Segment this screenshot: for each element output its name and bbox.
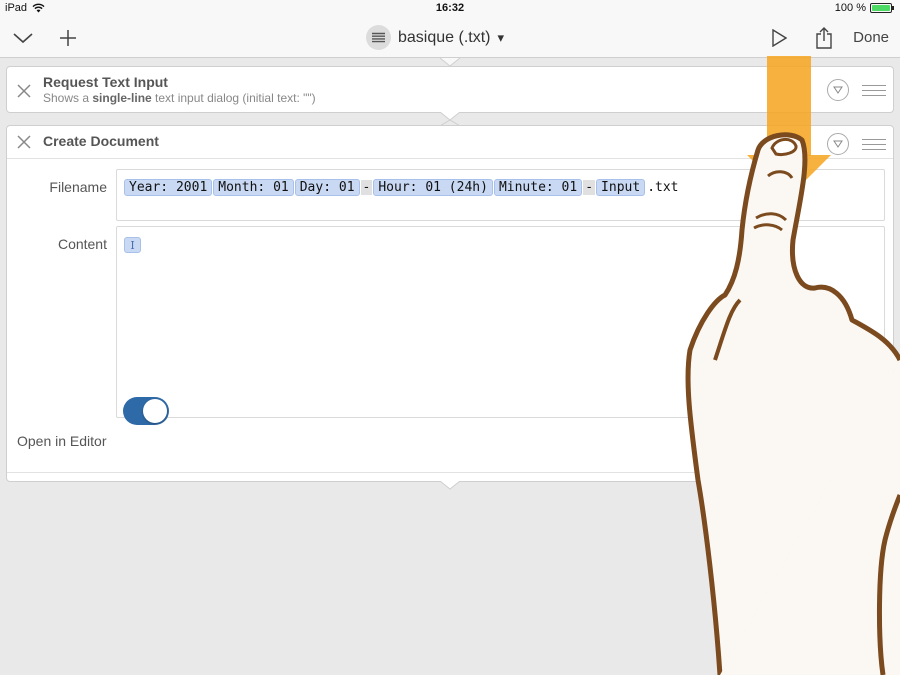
play-icon <box>772 29 787 47</box>
filename-label: Filename <box>49 179 107 195</box>
options-icon <box>833 86 843 94</box>
share-icon <box>816 27 832 49</box>
variable-token-day[interactable]: Day: 01 <box>294 179 360 196</box>
run-button[interactable] <box>766 25 792 51</box>
content-field[interactable]: I <box>116 226 885 418</box>
open-in-editor-toggle[interactable] <box>123 397 169 425</box>
status-bar: iPad 16:32 100 % <box>0 0 900 18</box>
workflow-title: basique (.txt) <box>398 28 491 46</box>
action-title: Request Text Input <box>43 74 168 90</box>
drag-handle-icon[interactable] <box>862 139 886 151</box>
drag-handle-icon[interactable] <box>862 85 886 97</box>
variable-token-hour[interactable]: Hour: 01 (24h) <box>373 179 493 196</box>
variable-token-input[interactable]: Input <box>596 179 646 196</box>
title-caret: ▾ <box>497 29 505 45</box>
action-header: Create Document <box>7 126 893 158</box>
action-card-request-text-input: Request Text Input Shows a single-line t… <box>6 66 894 113</box>
share-button[interactable] <box>811 25 837 51</box>
open-in-editor-label: Open in Editor <box>17 433 107 449</box>
action-title: Create Document <box>43 133 159 149</box>
close-icon[interactable] <box>16 83 32 99</box>
battery-fill <box>872 5 890 11</box>
filename-extension: .txt <box>647 180 679 195</box>
filename-tokens: Year: 2001 Month: 01 Day: 01 - Hour: 01 … <box>124 179 679 196</box>
variable-token-year[interactable]: Year: 2001 <box>124 179 213 196</box>
list-icon <box>366 25 391 50</box>
variable-token-month[interactable]: Month: 01 <box>213 179 294 196</box>
battery-percent: 100 % <box>834 2 866 14</box>
action-options-button[interactable] <box>827 79 849 101</box>
action-card-create-document: Create Document Filename Year: 2001 Mont… <box>6 125 894 482</box>
content-label: Content <box>57 236 107 252</box>
text-cursor-token[interactable]: I <box>124 237 141 253</box>
options-icon <box>833 140 843 148</box>
navigation-bar: basique (.txt) ▾ Done <box>0 18 900 58</box>
plus-icon <box>60 30 76 46</box>
done-button[interactable]: Done <box>853 29 889 46</box>
battery-icon <box>870 3 894 13</box>
filename-field[interactable]: Year: 2001 Month: 01 Day: 01 - Hour: 01 … <box>116 169 885 221</box>
toggle-knob <box>143 399 167 423</box>
chevron-down-icon <box>13 33 33 44</box>
close-icon[interactable] <box>16 134 32 150</box>
separator-text: - <box>583 180 596 195</box>
divider <box>7 472 893 473</box>
separator-text: - <box>360 180 373 195</box>
action-options-button[interactable] <box>827 133 849 155</box>
clock: 16:32 <box>435 2 465 14</box>
divider <box>7 158 893 159</box>
action-subtitle: Shows a single-line text input dialog (i… <box>43 91 316 105</box>
variable-token-minute[interactable]: Minute: 01 <box>493 179 583 196</box>
connector-notch <box>440 481 460 490</box>
add-action-button[interactable] <box>55 25 81 51</box>
workflow-title-button[interactable]: basique (.txt) ▾ <box>366 25 504 50</box>
collapse-button[interactable] <box>10 25 36 51</box>
